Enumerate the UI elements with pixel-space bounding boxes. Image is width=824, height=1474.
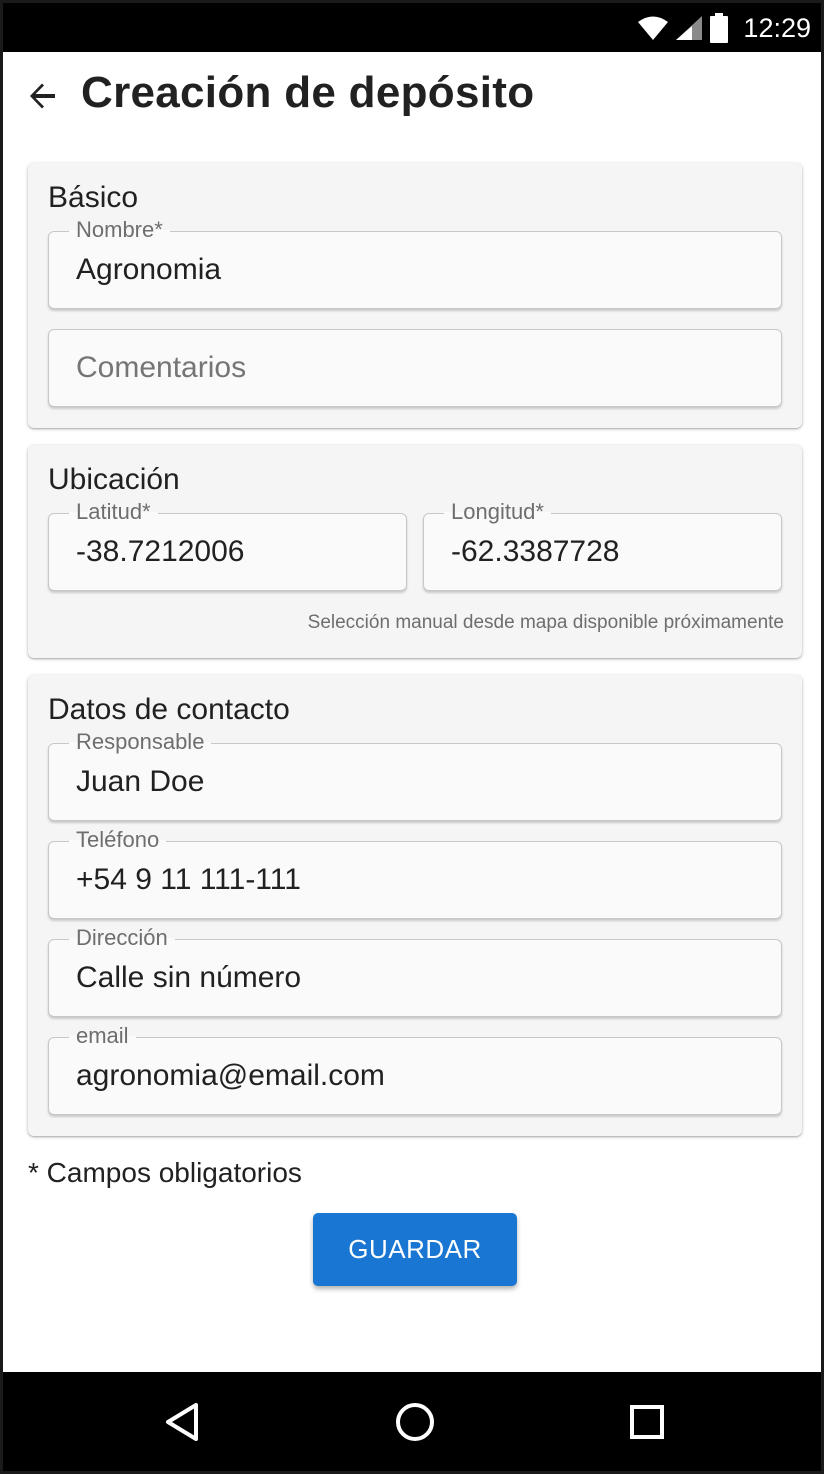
recents-square-icon[interactable] bbox=[622, 1397, 672, 1447]
basic-section-title: Básico bbox=[48, 181, 139, 214]
name-field[interactable]: Nombre* Agronomia bbox=[48, 217, 782, 309]
status-time: 12:29 bbox=[743, 12, 811, 43]
longitude-field[interactable]: Longitud* -62.3387728 bbox=[423, 499, 782, 591]
save-button[interactable]: GUARDAR bbox=[313, 1213, 517, 1286]
app-screen: 12:29 Creación de depósito Básico Nombre… bbox=[3, 3, 821, 1471]
signal-icon bbox=[676, 16, 703, 40]
responsible-field[interactable]: Responsable Juan Doe bbox=[48, 729, 782, 821]
app-header: Creación de depósito bbox=[3, 52, 821, 142]
address-field[interactable]: Dirección Calle sin número bbox=[48, 925, 782, 1017]
longitude-label: Longitud* bbox=[444, 499, 551, 525]
email-input[interactable]: agronomia@email.com bbox=[76, 1058, 761, 1094]
name-input[interactable]: Agronomia bbox=[76, 252, 761, 288]
page-title: Creación de depósito bbox=[81, 68, 535, 117]
latitude-field[interactable]: Latitud* -38.7212006 bbox=[48, 499, 407, 591]
location-section-title: Ubicación bbox=[48, 463, 180, 496]
comments-field[interactable]: Comentarios bbox=[48, 329, 782, 407]
address-label: Dirección bbox=[69, 925, 175, 951]
latitude-input[interactable]: -38.7212006 bbox=[76, 534, 386, 570]
phone-label: Teléfono bbox=[69, 827, 167, 853]
status-icons: 12:29 bbox=[637, 11, 811, 45]
responsible-label: Responsable bbox=[69, 729, 212, 755]
contact-card: Datos de contacto Responsable Juan Doe T… bbox=[28, 675, 802, 1136]
back-triangle-icon[interactable] bbox=[158, 1397, 208, 1447]
email-field[interactable]: email agronomia@email.com bbox=[48, 1023, 782, 1115]
name-label: Nombre* bbox=[69, 217, 170, 243]
responsible-input[interactable]: Juan Doe bbox=[76, 764, 761, 800]
arrow-left-icon[interactable] bbox=[25, 78, 61, 114]
email-label: email bbox=[69, 1023, 136, 1049]
status-bar: 12:29 bbox=[3, 3, 821, 52]
address-input[interactable]: Calle sin número bbox=[76, 960, 761, 996]
basic-card: Básico Nombre* Agronomia Comentarios bbox=[28, 163, 802, 428]
wifi-icon bbox=[638, 16, 669, 40]
battery-icon bbox=[710, 13, 729, 43]
required-fields-note: * Campos obligatorios bbox=[28, 1157, 302, 1188]
navigation-bar bbox=[3, 1372, 821, 1471]
phone-input[interactable]: +54 9 11 111-111 bbox=[76, 862, 761, 898]
phone-field[interactable]: Teléfono +54 9 11 111-111 bbox=[48, 827, 782, 919]
latitude-label: Latitud* bbox=[69, 499, 158, 525]
location-card: Ubicación Latitud* -38.7212006 Longitud*… bbox=[28, 445, 802, 658]
contact-section-title: Datos de contacto bbox=[48, 693, 290, 726]
home-circle-icon[interactable] bbox=[390, 1397, 440, 1447]
map-selection-hint: Selección manual desde mapa disponible p… bbox=[307, 612, 784, 633]
comments-input[interactable]: Comentarios bbox=[76, 350, 761, 386]
longitude-input[interactable]: -62.3387728 bbox=[451, 534, 761, 570]
